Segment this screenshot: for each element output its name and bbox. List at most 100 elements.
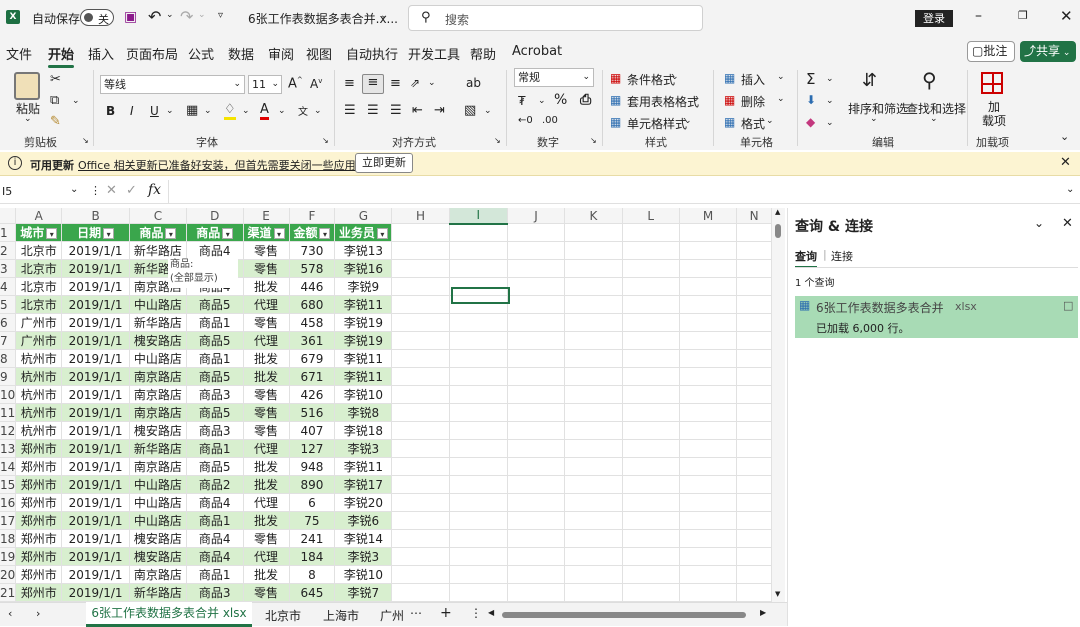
empty-cell[interactable] bbox=[679, 278, 736, 296]
data-cell[interactable]: 商品4 bbox=[186, 548, 243, 566]
data-cell[interactable]: 商品1 bbox=[186, 350, 243, 368]
data-cell[interactable]: 李锐3 bbox=[335, 440, 392, 458]
column-header-a[interactable]: A bbox=[16, 208, 62, 224]
empty-cell[interactable] bbox=[622, 494, 679, 512]
vertical-scrollbar[interactable]: ▲ ▼ bbox=[772, 208, 785, 602]
data-cell[interactable]: 李锐11 bbox=[335, 296, 392, 314]
empty-cell[interactable] bbox=[622, 440, 679, 458]
data-cell[interactable]: 批发 bbox=[243, 278, 289, 296]
next-sheet-icon[interactable]: › bbox=[36, 607, 40, 620]
empty-cell[interactable] bbox=[507, 548, 564, 566]
empty-cell[interactable] bbox=[679, 422, 736, 440]
data-cell[interactable]: 南京路店 bbox=[129, 368, 186, 386]
column-header-m[interactable]: M bbox=[679, 208, 736, 224]
data-cell[interactable]: 李锐19 bbox=[335, 332, 392, 350]
header-cell[interactable]: 城市▾ bbox=[16, 224, 62, 242]
data-cell[interactable]: 李锐11 bbox=[335, 458, 392, 476]
empty-cell[interactable] bbox=[565, 368, 622, 386]
filter-dropdown-icon[interactable]: ▾ bbox=[165, 228, 176, 239]
tab-formulas[interactable]: 公式 bbox=[188, 44, 214, 63]
empty-cell[interactable] bbox=[565, 548, 622, 566]
data-cell[interactable]: 槐安路店 bbox=[129, 548, 186, 566]
clear-dropdown-icon[interactable]: ⌄ bbox=[826, 118, 834, 128]
empty-cell[interactable] bbox=[449, 584, 507, 602]
row-number[interactable]: 19 bbox=[0, 548, 16, 566]
data-cell[interactable]: 李锐11 bbox=[335, 350, 392, 368]
formula-expand-icon[interactable]: ⌄ bbox=[1066, 184, 1074, 195]
empty-cell[interactable] bbox=[622, 260, 679, 278]
ribbon-collapse-icon[interactable]: ⌄ bbox=[1060, 130, 1069, 143]
empty-cell[interactable] bbox=[737, 548, 772, 566]
data-cell[interactable]: 李锐6 bbox=[335, 512, 392, 530]
empty-cell[interactable] bbox=[507, 566, 564, 584]
copy-dropdown-icon[interactable]: ⌄ bbox=[72, 96, 80, 106]
empty-cell[interactable] bbox=[449, 260, 507, 278]
empty-cell[interactable] bbox=[565, 494, 622, 512]
column-header-h[interactable]: H bbox=[392, 208, 449, 224]
data-cell[interactable]: 杭州市 bbox=[16, 404, 62, 422]
empty-cell[interactable] bbox=[622, 224, 679, 242]
name-box[interactable]: I5 bbox=[2, 185, 12, 198]
empty-cell[interactable] bbox=[622, 332, 679, 350]
empty-cell[interactable] bbox=[449, 458, 507, 476]
data-cell[interactable]: 南京路店 bbox=[129, 404, 186, 422]
empty-cell[interactable] bbox=[679, 494, 736, 512]
empty-cell[interactable] bbox=[737, 296, 772, 314]
empty-cell[interactable] bbox=[565, 440, 622, 458]
empty-cell[interactable] bbox=[737, 260, 772, 278]
empty-cell[interactable] bbox=[622, 566, 679, 584]
select-all-corner[interactable] bbox=[0, 208, 16, 224]
data-cell[interactable]: 商品5 bbox=[186, 332, 243, 350]
empty-cell[interactable] bbox=[622, 278, 679, 296]
data-cell[interactable]: 批发 bbox=[243, 458, 289, 476]
row-number[interactable]: 16 bbox=[0, 494, 16, 512]
empty-cell[interactable] bbox=[737, 332, 772, 350]
empty-cell[interactable] bbox=[449, 224, 507, 242]
data-cell[interactable]: 8 bbox=[289, 566, 335, 584]
data-cell[interactable]: 代理 bbox=[243, 440, 289, 458]
data-cell[interactable]: 郑州市 bbox=[16, 512, 62, 530]
empty-cell[interactable] bbox=[737, 512, 772, 530]
data-cell[interactable]: 671 bbox=[289, 368, 335, 386]
data-cell[interactable]: 2019/1/1 bbox=[62, 566, 130, 584]
header-cell[interactable]: 业务员▾ bbox=[335, 224, 392, 242]
data-cell[interactable]: 零售 bbox=[243, 530, 289, 548]
empty-cell[interactable] bbox=[679, 440, 736, 458]
sheet-tab-beijing[interactable]: 北京市 bbox=[265, 607, 301, 624]
empty-cell[interactable] bbox=[737, 368, 772, 386]
empty-cell[interactable] bbox=[679, 368, 736, 386]
data-cell[interactable]: 75 bbox=[289, 512, 335, 530]
data-cell[interactable]: 郑州市 bbox=[16, 584, 62, 602]
empty-cell[interactable] bbox=[392, 494, 449, 512]
empty-cell[interactable] bbox=[449, 350, 507, 368]
empty-cell[interactable] bbox=[449, 404, 507, 422]
header-cell[interactable]: 日期▾ bbox=[62, 224, 130, 242]
empty-cell[interactable] bbox=[565, 404, 622, 422]
table-format-button[interactable]: 套用表格格式 bbox=[627, 93, 699, 110]
data-cell[interactable]: 杭州市 bbox=[16, 368, 62, 386]
data-cell[interactable]: 零售 bbox=[243, 314, 289, 332]
data-cell[interactable]: 郑州市 bbox=[16, 566, 62, 584]
row-number[interactable]: 7 bbox=[0, 332, 16, 350]
hscroll-right-icon[interactable]: ▶ bbox=[760, 608, 766, 617]
more-sheets-icon[interactable]: ⋯ bbox=[410, 606, 422, 620]
empty-cell[interactable] bbox=[507, 458, 564, 476]
pane-close-icon[interactable]: ✕ bbox=[1062, 216, 1073, 231]
empty-cell[interactable] bbox=[622, 386, 679, 404]
empty-cell[interactable] bbox=[392, 296, 449, 314]
empty-cell[interactable] bbox=[622, 422, 679, 440]
font-color-icon[interactable]: A bbox=[260, 102, 269, 120]
sheet-tab-active[interactable]: 6张工作表数据多表合并 xlsx bbox=[86, 602, 252, 627]
row-number[interactable]: 18 bbox=[0, 530, 16, 548]
empty-cell[interactable] bbox=[622, 476, 679, 494]
data-cell[interactable]: 商品2 bbox=[186, 476, 243, 494]
chevron-down-icon[interactable]: ⌄ bbox=[930, 114, 938, 124]
empty-cell[interactable] bbox=[565, 566, 622, 584]
name-box-dropdown-icon[interactable]: ⌄ bbox=[70, 184, 78, 195]
undo-dropdown-icon[interactable]: ⌄ bbox=[166, 10, 174, 20]
data-cell[interactable]: 南京路店 bbox=[129, 458, 186, 476]
border-icon[interactable]: ▦ bbox=[186, 103, 198, 118]
empty-cell[interactable] bbox=[565, 458, 622, 476]
data-cell[interactable]: 2019/1/1 bbox=[62, 512, 130, 530]
empty-cell[interactable] bbox=[449, 368, 507, 386]
